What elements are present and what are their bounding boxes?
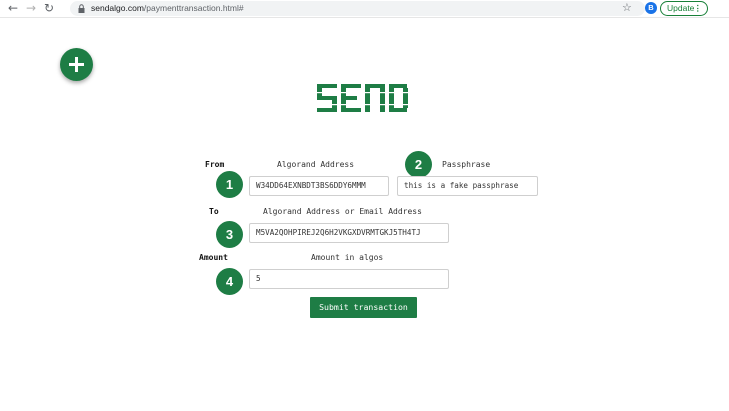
update-button[interactable]: Update ⋮ <box>660 1 708 16</box>
reload-icon[interactable]: ↻ <box>42 1 56 15</box>
from-address-input[interactable]: W34DD64EXNBDT3BS6DDY6MMM <box>249 176 389 196</box>
amount-field-label: Amount in algos <box>311 253 384 262</box>
step-badge-1: 1 <box>216 171 243 198</box>
browser-toolbar: ← → ↻ sendalgo.com/paymenttransaction.ht… <box>0 0 729 18</box>
forward-arrow-icon[interactable]: → <box>24 1 38 15</box>
submit-transaction-button[interactable]: Submit transaction <box>310 297 417 318</box>
to-address-input[interactable]: M5VA2QOHPIREJ2Q6H2VKGXDVRMTGKJ5TH4TJ <box>249 223 449 243</box>
amount-label: Amount <box>199 253 228 262</box>
amount-input[interactable]: 5 <box>249 269 449 289</box>
address-bar[interactable]: sendalgo.com/paymenttransaction.html# <box>70 1 645 16</box>
add-button[interactable] <box>60 48 93 81</box>
star-icon[interactable]: ☆ <box>622 0 632 16</box>
from-label: From <box>205 160 225 169</box>
step-badge-3: 3 <box>216 221 243 248</box>
avatar[interactable]: B <box>645 2 657 14</box>
step-badge-4: 4 <box>216 268 243 295</box>
passphrase-input[interactable]: this is a fake passphrase <box>397 176 538 196</box>
back-arrow-icon[interactable]: ← <box>6 1 20 15</box>
passphrase-label: Passphrase <box>442 160 491 169</box>
menu-dots-icon: ⋮ <box>693 3 703 13</box>
update-label: Update <box>667 3 695 13</box>
to-label: To <box>209 207 219 216</box>
lock-icon <box>78 4 85 13</box>
step-badge-2: 2 <box>405 151 432 178</box>
url-text: sendalgo.com/paymenttransaction.html# <box>91 3 244 13</box>
send-logo <box>317 84 409 112</box>
to-field-label: Algorand Address or Email Address <box>263 207 422 216</box>
from-field-label: Algorand Address <box>277 160 355 169</box>
